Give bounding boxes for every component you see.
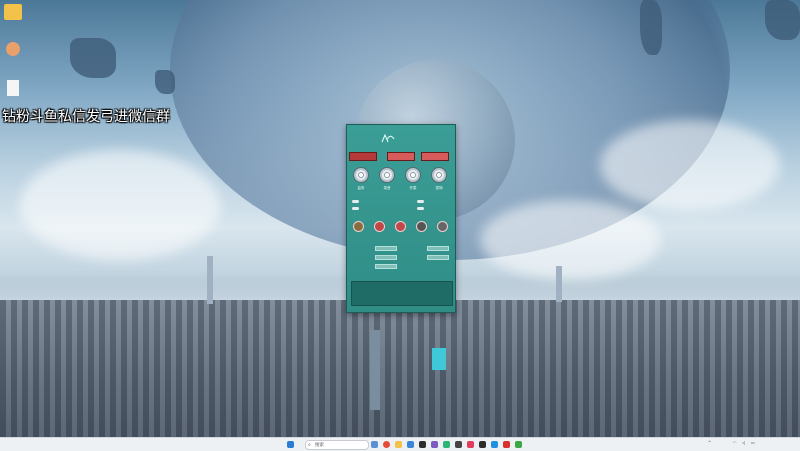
disc-icon xyxy=(431,167,447,183)
field-input[interactable] xyxy=(427,246,449,251)
effect-1[interactable] xyxy=(349,221,367,234)
effect-icon xyxy=(373,221,385,232)
switch-icon xyxy=(352,199,359,203)
battery-icon[interactable]: ▭ xyxy=(751,440,755,445)
overlay-caption: 钻粉斗鱼私信发弓进微信群 xyxy=(2,109,170,125)
app-icon-9[interactable] xyxy=(515,441,522,448)
app-icon-1[interactable] xyxy=(419,441,426,448)
switch-icon xyxy=(417,199,424,203)
folder-icon xyxy=(4,4,22,20)
app-icon-7[interactable] xyxy=(491,441,498,448)
disc-icon xyxy=(379,167,395,183)
field-input[interactable] xyxy=(375,255,397,260)
effect-row xyxy=(347,221,455,239)
desktop-icon-app[interactable] xyxy=(0,42,26,57)
effect-icon xyxy=(394,221,406,232)
edge-icon[interactable] xyxy=(407,441,414,448)
app-icon-4[interactable] xyxy=(455,441,462,448)
mode-reverb[interactable]: 混响 xyxy=(429,167,449,191)
effect-2[interactable] xyxy=(370,221,388,234)
effect-5[interactable] xyxy=(433,221,451,234)
volume-icon[interactable]: ◁ xyxy=(742,440,745,445)
mode-mic[interactable]: 开麦 xyxy=(403,167,423,191)
mode-monitor[interactable]: 监听 xyxy=(351,167,371,191)
effect-4[interactable] xyxy=(412,221,430,234)
disc-icon xyxy=(405,167,421,183)
taskbar: ⌕ 搜索 ^ ◠ ◁ ▭ xyxy=(0,437,800,451)
desktop-icon-file[interactable] xyxy=(0,80,26,97)
chrome-icon[interactable] xyxy=(383,441,390,448)
field-input[interactable] xyxy=(375,246,397,251)
disc-icon xyxy=(353,167,369,183)
wallpaper-rock xyxy=(640,0,662,55)
wallpaper-tower xyxy=(556,266,562,302)
toggle-2[interactable] xyxy=(352,206,361,210)
file-explorer-icon[interactable] xyxy=(395,441,402,448)
app-icon-3[interactable] xyxy=(443,441,450,448)
field-row xyxy=(347,246,455,252)
mode-label: 录音 xyxy=(383,186,391,190)
toggle-1[interactable] xyxy=(352,199,361,203)
app-footer xyxy=(347,306,455,312)
field-input[interactable] xyxy=(427,255,449,260)
taskbar-search[interactable]: ⌕ 搜索 xyxy=(305,440,369,450)
tab-3[interactable] xyxy=(421,152,449,161)
switch-icon xyxy=(417,206,424,210)
start-windows-icon[interactable] xyxy=(287,441,294,448)
tray-chevron-icon[interactable]: ^ xyxy=(708,440,711,445)
wallpaper-city xyxy=(0,300,800,437)
app-icon-5[interactable] xyxy=(467,441,474,448)
wallpaper-rock xyxy=(70,38,116,78)
tab-2[interactable] xyxy=(387,152,415,161)
app-header xyxy=(347,125,455,151)
app-icon-6[interactable] xyxy=(479,441,486,448)
effect-icon xyxy=(415,221,427,232)
field-row xyxy=(347,255,455,261)
wallpaper-rock xyxy=(765,0,800,40)
search-placeholder: 搜索 xyxy=(315,443,324,448)
wifi-icon[interactable]: ◠ xyxy=(733,440,737,445)
toggle-3[interactable] xyxy=(417,199,426,203)
mode-record[interactable]: 录音 xyxy=(377,167,397,191)
mode-row: 监听 录音 开麦 混响 xyxy=(347,167,455,195)
app-logo-icon xyxy=(381,133,395,143)
log-area xyxy=(351,281,453,306)
effect-icon xyxy=(352,221,364,232)
effect-icon xyxy=(436,221,448,232)
app-tabs xyxy=(347,152,455,161)
toggle-group xyxy=(347,199,455,213)
toggle-4[interactable] xyxy=(417,206,426,210)
file-icon xyxy=(7,80,19,96)
wallpaper-cloud xyxy=(20,150,220,260)
effect-3[interactable] xyxy=(391,221,409,234)
wallpaper-rock xyxy=(155,70,175,94)
mode-label: 开麦 xyxy=(409,186,417,190)
app-avatar-icon xyxy=(6,42,20,56)
desktop-icon-folder[interactable] xyxy=(0,4,26,21)
mode-label: 监听 xyxy=(357,186,365,190)
search-icon: ⌕ xyxy=(308,442,311,448)
mode-label: 混响 xyxy=(435,186,443,190)
voice-changer-window[interactable]: 监听 录音 开麦 混响 xyxy=(346,124,456,313)
wallpaper-tower xyxy=(370,330,380,410)
tab-1[interactable] xyxy=(349,152,377,161)
wallpaper-cloud xyxy=(600,120,780,210)
wallpaper-cloud xyxy=(480,200,660,280)
wallpaper-cyan-building xyxy=(432,348,446,370)
task-view-icon[interactable] xyxy=(371,441,378,448)
app-icon-2[interactable] xyxy=(431,441,438,448)
field-row xyxy=(347,264,455,270)
switch-icon xyxy=(352,206,359,210)
app-icon-8[interactable] xyxy=(503,441,510,448)
wallpaper-tower xyxy=(207,256,213,304)
field-input[interactable] xyxy=(375,264,397,269)
